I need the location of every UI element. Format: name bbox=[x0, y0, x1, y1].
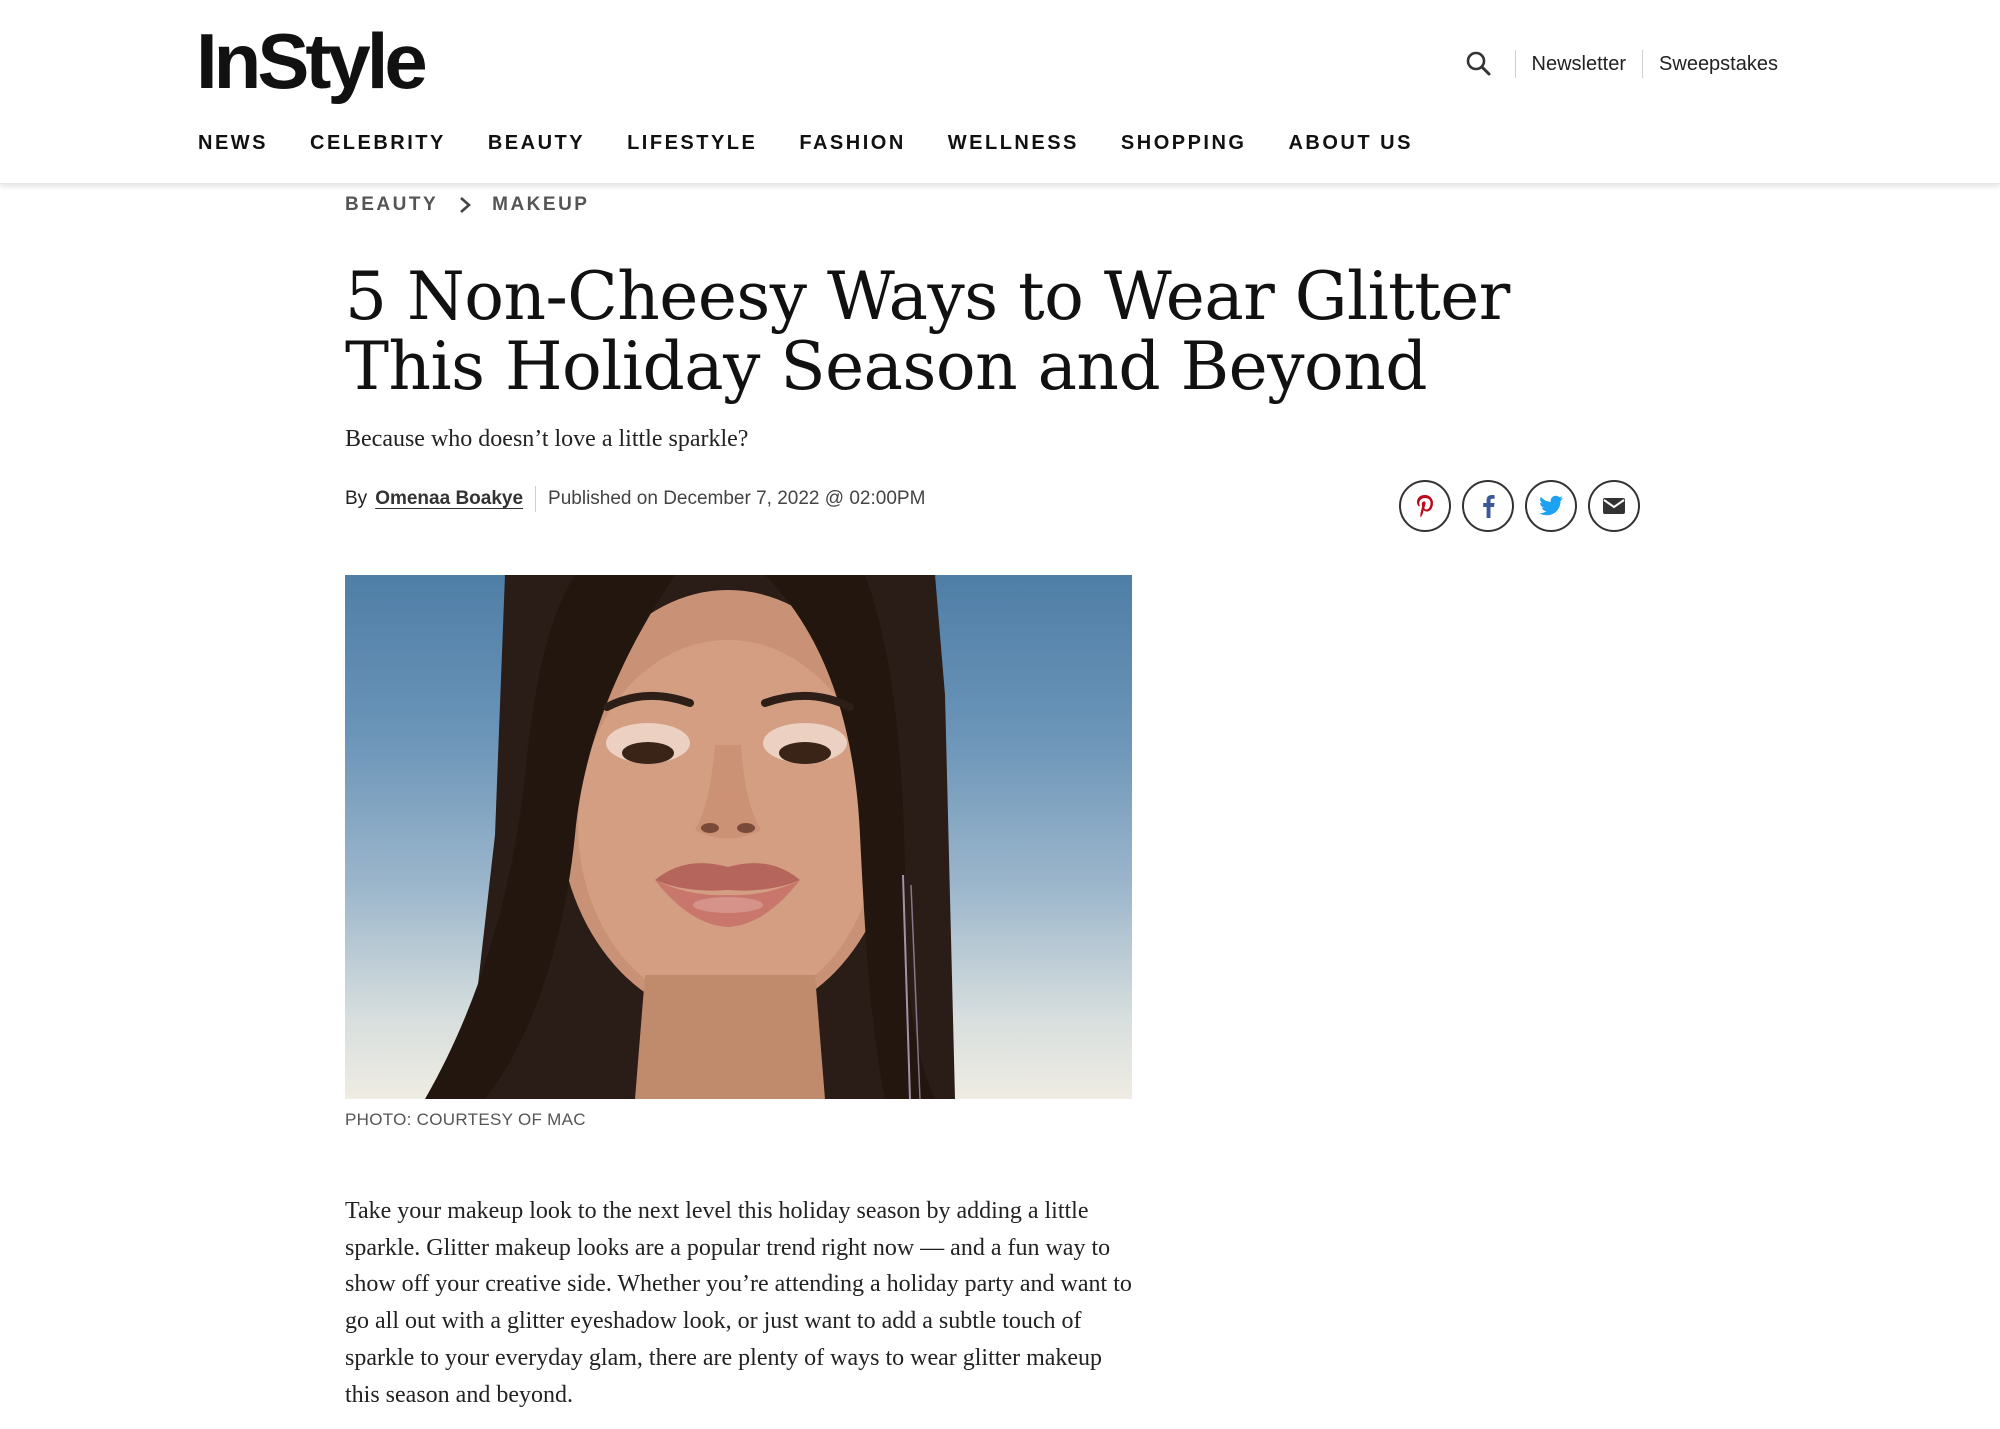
published-date: Published on December 7, 2022 @ 02:00PM bbox=[548, 488, 926, 509]
image-caption: PHOTO: COURTESY OF MAC bbox=[345, 1110, 586, 1129]
site-header: InStyle Newsletter Sweepstakes NEWS CELE… bbox=[0, 0, 2000, 184]
share-buttons bbox=[1399, 480, 1640, 532]
facebook-icon bbox=[1483, 495, 1495, 518]
nav-wellness[interactable]: WELLNESS bbox=[948, 132, 1079, 155]
article-dek: Because who doesn’t love a little sparkl… bbox=[345, 426, 749, 452]
search-icon[interactable] bbox=[1459, 44, 1499, 84]
divider bbox=[1514, 50, 1516, 78]
model-portrait-illustration bbox=[425, 575, 955, 1099]
breadcrumb-beauty[interactable]: BEAUTY bbox=[345, 194, 438, 216]
email-icon bbox=[1603, 498, 1625, 514]
instyle-logo[interactable]: InStyle bbox=[196, 22, 428, 100]
newsletter-link[interactable]: Newsletter bbox=[1532, 53, 1626, 76]
divider bbox=[1642, 50, 1644, 78]
email-share-button[interactable] bbox=[1588, 480, 1640, 532]
nav-lifestyle[interactable]: LIFESTYLE bbox=[627, 132, 757, 155]
hero-image bbox=[345, 575, 1132, 1099]
facebook-share-button[interactable] bbox=[1462, 480, 1514, 532]
article-body: Take your makeup look to the next level … bbox=[345, 1198, 1132, 1408]
twitter-share-button[interactable] bbox=[1525, 480, 1577, 532]
by-label: By bbox=[345, 488, 368, 509]
utility-nav: Newsletter Sweepstakes bbox=[1459, 44, 1778, 84]
pinterest-share-button[interactable] bbox=[1399, 480, 1451, 532]
byline: By Omenaa Boakye Published on December 7… bbox=[345, 486, 925, 512]
chevron-right-icon bbox=[460, 197, 472, 213]
main-nav: NEWS CELEBRITY BEAUTY LIFESTYLE FASHION … bbox=[198, 132, 1455, 155]
twitter-icon bbox=[1539, 495, 1563, 516]
nav-beauty[interactable]: BEAUTY bbox=[488, 132, 585, 155]
nav-fashion[interactable]: FASHION bbox=[799, 132, 905, 155]
author-link[interactable]: Omenaa Boakye bbox=[375, 488, 523, 510]
nav-shopping[interactable]: SHOPPING bbox=[1121, 132, 1247, 155]
breadcrumb: BEAUTY MAKEUP bbox=[345, 194, 589, 216]
breadcrumb-makeup[interactable]: MAKEUP bbox=[492, 194, 589, 216]
nav-about-us[interactable]: ABOUT US bbox=[1288, 132, 1412, 155]
pinterest-icon bbox=[1417, 495, 1433, 518]
divider bbox=[535, 486, 537, 512]
nav-celebrity[interactable]: CELEBRITY bbox=[310, 132, 446, 155]
sweepstakes-link[interactable]: Sweepstakes bbox=[1659, 53, 1778, 76]
nav-news[interactable]: NEWS bbox=[198, 132, 268, 155]
article-title: 5 Non-Cheesy Ways to Wear Glitter This H… bbox=[345, 258, 1510, 405]
